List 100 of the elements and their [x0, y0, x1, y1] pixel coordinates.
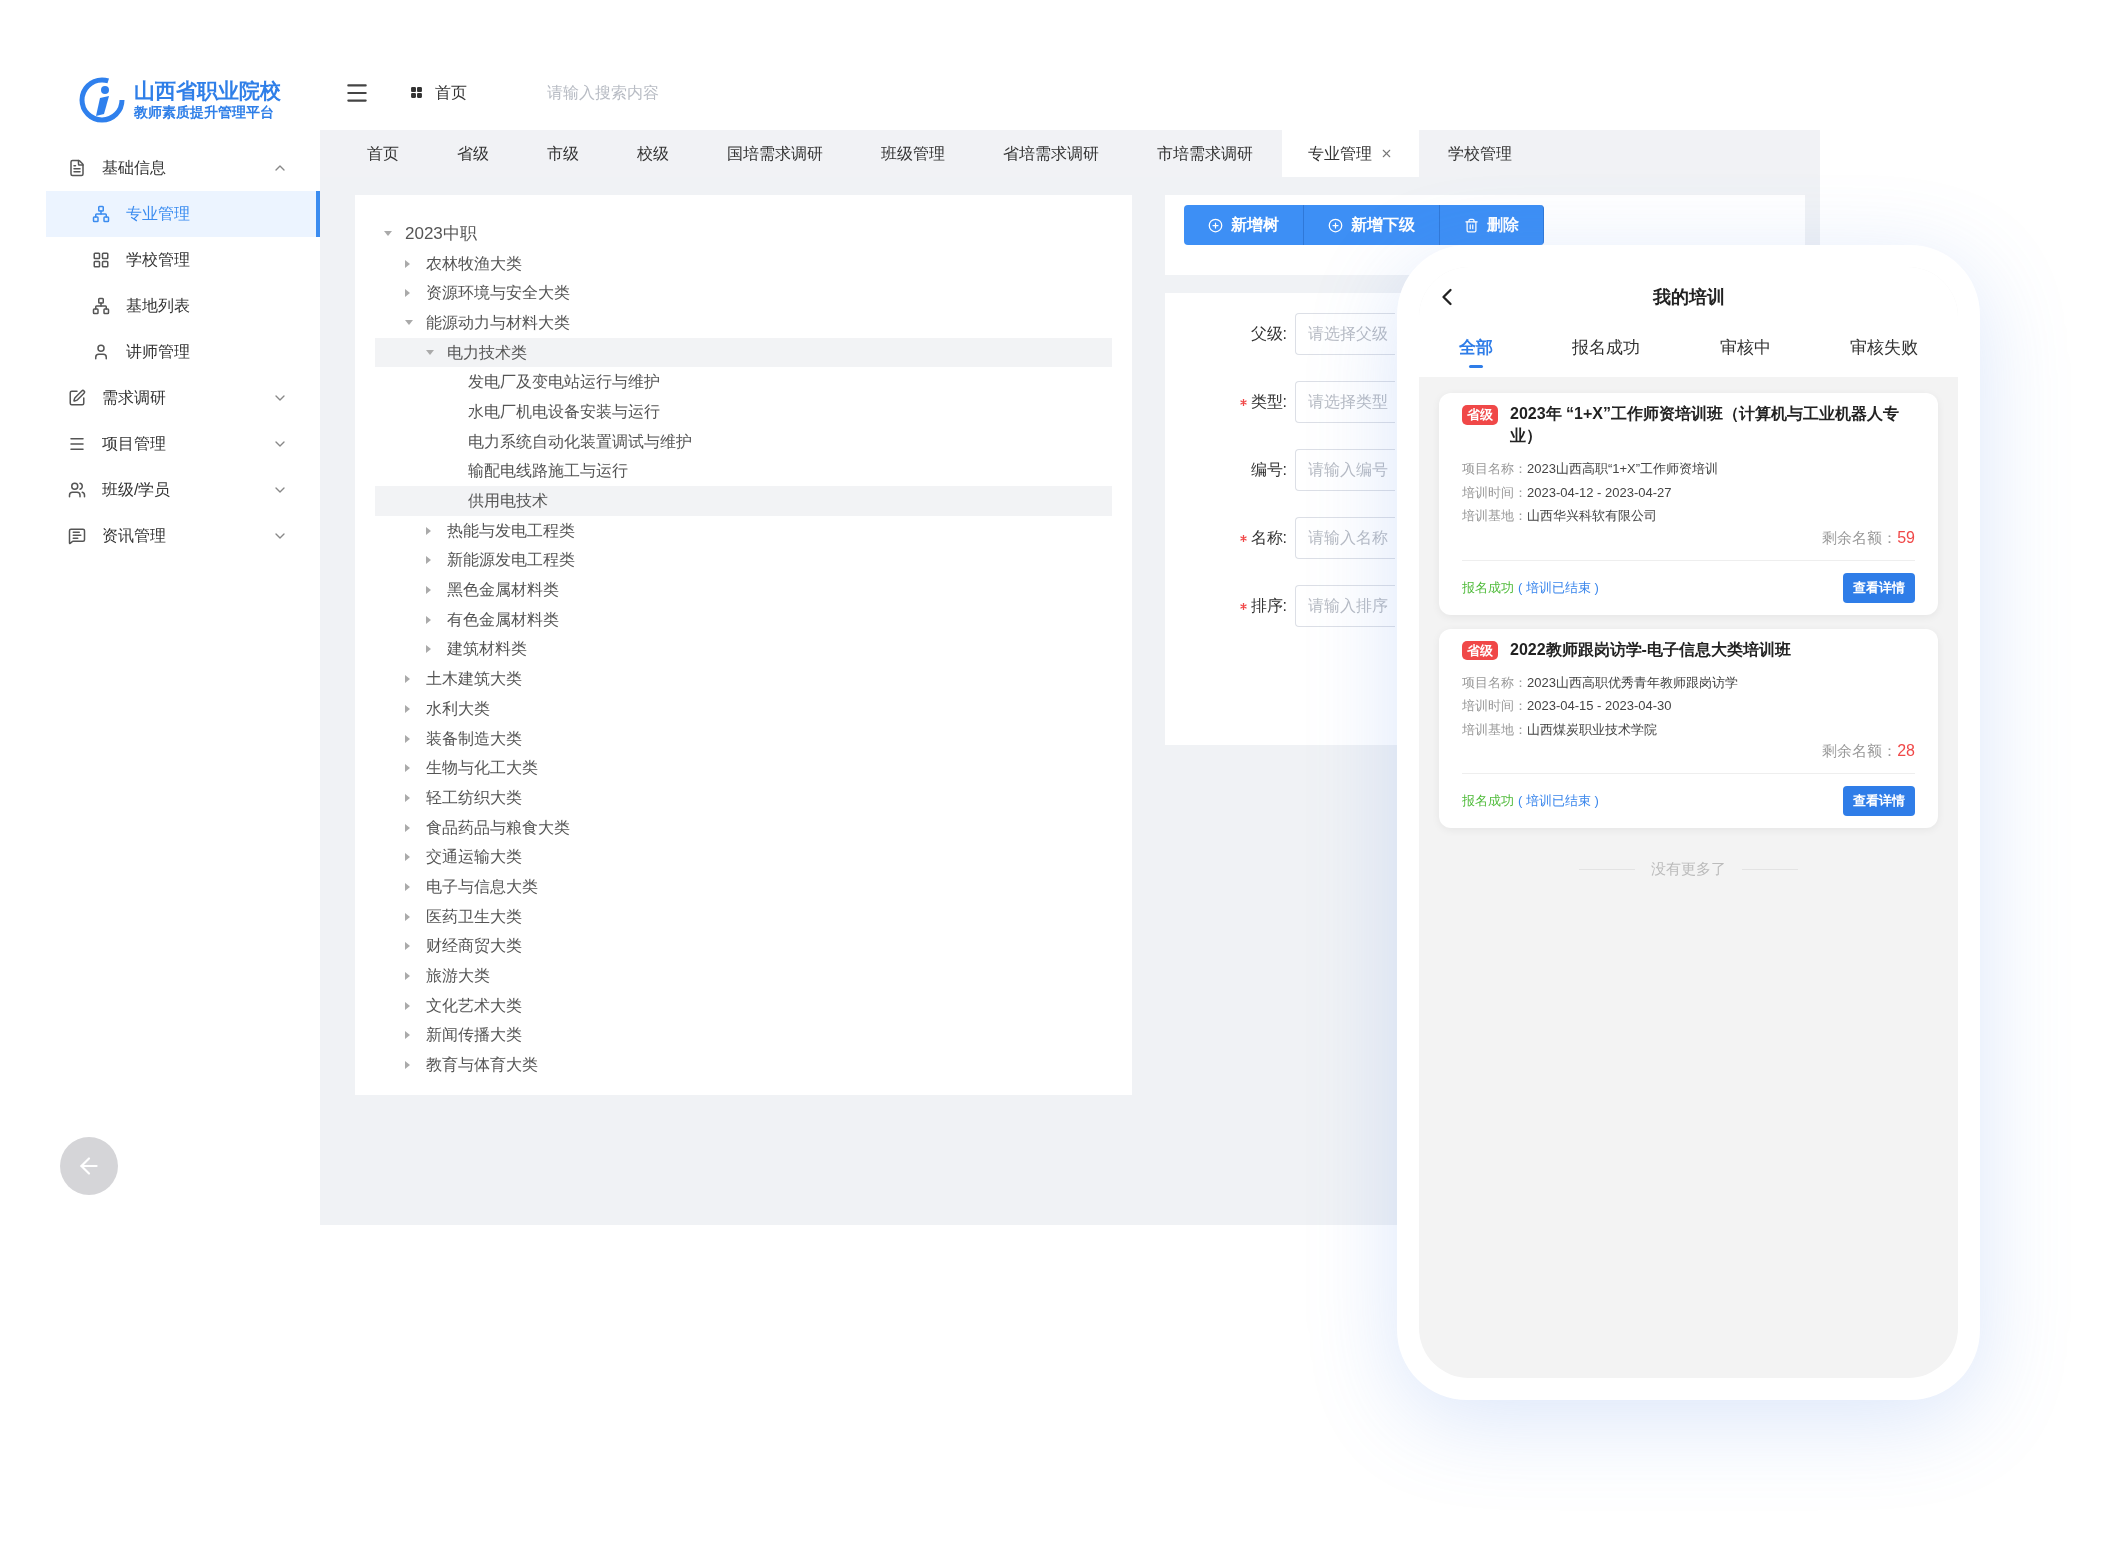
caret-right-icon	[404, 1030, 411, 1041]
caret-right-icon	[425, 555, 432, 566]
details-button[interactable]: 查看详情	[1843, 572, 1915, 603]
field-label: 培训时间：	[1462, 697, 1527, 715]
tree-row[interactable]: 文化艺术大类	[375, 990, 1112, 1021]
field-label: 编号:	[1250, 460, 1287, 480]
status-text: 报名成功	[1462, 578, 1514, 597]
close-icon[interactable]	[1380, 147, 1393, 160]
caret-right-icon	[404, 1000, 411, 1011]
tree-row[interactable]: 有色金属材料类	[375, 604, 1112, 635]
search-field[interactable]: 请输入搜索内容	[547, 80, 847, 105]
page-tab[interactable]: 校级	[608, 130, 698, 177]
field-value: 山西煤炭职业技术学院	[1527, 720, 1657, 739]
page-tab[interactable]: 学校管理	[1419, 130, 1541, 177]
field-label: 培训时间：	[1462, 483, 1527, 502]
tree-row[interactable]: 电力系统自动化装置调试与维护	[375, 426, 1112, 457]
tree-row[interactable]: 供用电技术	[375, 486, 1112, 516]
caret-right-icon	[404, 288, 411, 299]
tree-row[interactable]: 输配电线路施工与运行	[375, 456, 1112, 487]
remaining-count: 28	[1897, 741, 1915, 761]
tree-row[interactable]: 医药卫生大类	[375, 901, 1112, 932]
tree-row[interactable]: 农林牧渔大类	[375, 248, 1112, 279]
caret-right-icon	[404, 703, 411, 714]
caret-right-icon	[404, 733, 411, 744]
phone-title: 我的培训	[1652, 285, 1725, 309]
tree-row[interactable]: 2023中职	[375, 219, 1112, 249]
caret-right-icon	[425, 644, 432, 655]
sidebar-group[interactable]: 资讯管理	[46, 513, 320, 559]
tree-row[interactable]: 轻工纺织大类	[375, 783, 1112, 813]
page-tab[interactable]: 市培需求调研	[1128, 130, 1282, 177]
status-note: ( 培训已结束 )	[1518, 578, 1599, 597]
page-tab[interactable]: 市级	[518, 130, 608, 177]
details-button[interactable]: 查看详情	[1843, 786, 1915, 816]
tree-row[interactable]: 装备制造大类	[375, 723, 1112, 754]
caret-right-icon	[425, 525, 432, 536]
input-field[interactable]: 请输入排序	[1295, 585, 1395, 627]
sidebar-group[interactable]: 需求调研	[46, 375, 320, 421]
trash-icon	[1464, 217, 1479, 233]
tree-row[interactable]: 热能与发电工程类	[375, 515, 1112, 546]
status-text: 报名成功	[1462, 792, 1514, 811]
field-label: 名称:	[1250, 528, 1287, 548]
sidebar-item[interactable]: 基地列表	[46, 283, 320, 329]
phone-tab[interactable]: 全部	[1458, 327, 1493, 377]
tree-row[interactable]: 电力技术类	[375, 337, 1112, 368]
field-label: 父级:	[1250, 324, 1287, 344]
plus-icon	[1208, 217, 1223, 233]
sidebar-item[interactable]: 学校管理	[46, 237, 320, 283]
remaining-label: 剩余名额：	[1822, 527, 1898, 548]
sidebar-group[interactable]: 基础信息	[46, 145, 320, 191]
field-value: 2023山西高职优秀青年教师跟岗访学	[1527, 673, 1738, 692]
tree-row[interactable]: 电子与信息大类	[375, 872, 1112, 902]
caret-right-icon	[404, 941, 411, 952]
tree-row[interactable]: 建筑材料类	[375, 634, 1112, 665]
page-tab[interactable]: 专业管理	[1282, 130, 1419, 177]
caret-right-icon	[404, 971, 411, 982]
tree-row[interactable]: 生物与化工大类	[375, 753, 1112, 784]
field-label: 项目名称：	[1462, 460, 1527, 478]
card-title: 2023年 “1+X”工作师资培训班（计算机与工业机器人专业）	[1510, 404, 1900, 446]
page-tab[interactable]: 国培需求调研	[698, 130, 852, 177]
logo-title: 山西省职业院校	[134, 78, 281, 105]
tree-row[interactable]: 财经商贸大类	[375, 931, 1112, 962]
sidebar-group[interactable]: 班级/学员	[46, 467, 320, 513]
tree-row[interactable]: 食品药品与粮食大类	[375, 812, 1112, 843]
card-title: 2022教师跟岗访学-电子信息大类培训班	[1510, 639, 1791, 660]
field-label: 排序:	[1250, 596, 1287, 616]
field-label: 类型:	[1250, 392, 1287, 412]
caret-right-icon	[404, 1060, 411, 1071]
logo-icon	[78, 76, 126, 124]
phone-tab[interactable]: 审核失败	[1850, 327, 1919, 377]
tree-row[interactable]: 旅游大类	[375, 961, 1112, 991]
input-field[interactable]: 请输入编号	[1295, 449, 1395, 491]
tree-row[interactable]: 发电厂及变电站运行与维护	[375, 367, 1112, 398]
field-label: 培训基地：	[1462, 720, 1527, 739]
caret-right-icon	[404, 258, 411, 269]
tree-row[interactable]: 交通运输大类	[375, 842, 1112, 873]
sidebar-group[interactable]: 项目管理	[46, 421, 320, 467]
page-tab[interactable]: 首页	[338, 130, 428, 177]
tree-row[interactable]: 新闻传播大类	[375, 1020, 1112, 1051]
phone-tab[interactable]: 审核中	[1719, 327, 1771, 377]
tree-row[interactable]: 土木建筑大类	[375, 664, 1112, 694]
end-of-list-text: 没有更多了	[1651, 859, 1726, 879]
level-badge: 省级	[1462, 640, 1498, 660]
sidebar-item[interactable]: 讲师管理	[46, 329, 320, 375]
tree-row[interactable]: 水利大类	[375, 694, 1112, 724]
tree-row[interactable]: 教育与体育大类	[375, 1050, 1112, 1080]
tree-row[interactable]: 黑色金属材料类	[375, 575, 1112, 605]
page-tab[interactable]: 班级管理	[852, 130, 974, 177]
tree-row[interactable]: 新能源发电工程类	[375, 545, 1112, 576]
home-link[interactable]: 首页	[410, 80, 467, 105]
input-field[interactable]: 请选择类型	[1295, 381, 1395, 423]
caret-down-icon	[404, 319, 414, 327]
tree-row[interactable]: 资源环境与安全大类	[375, 278, 1112, 309]
page-tab[interactable]: 省级	[428, 130, 518, 177]
grid-icon	[410, 86, 423, 99]
phone-tab[interactable]: 报名成功	[1572, 327, 1641, 377]
input-field[interactable]: 请选择父级	[1295, 313, 1395, 355]
input-field[interactable]: 请输入名称	[1295, 517, 1395, 559]
tree-row[interactable]: 能源动力与材料大类	[375, 308, 1112, 338]
page-tab[interactable]: 省培需求调研	[974, 130, 1128, 177]
tree-row[interactable]: 水电厂机电设备安装与运行	[375, 397, 1112, 427]
